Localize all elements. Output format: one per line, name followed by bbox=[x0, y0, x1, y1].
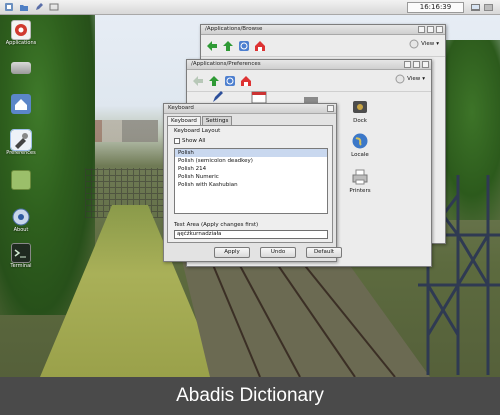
minimize-button[interactable] bbox=[404, 61, 411, 68]
terminal-icon bbox=[11, 243, 31, 263]
refresh-icon[interactable] bbox=[237, 39, 251, 53]
pencil-icon[interactable] bbox=[211, 90, 225, 104]
locale-globe-icon bbox=[351, 132, 369, 150]
dialog-tabs: Keyboard Settings bbox=[167, 116, 233, 125]
maximize-button[interactable] bbox=[427, 26, 434, 33]
checkbox-box[interactable] bbox=[174, 138, 180, 144]
show-all-label: Show All bbox=[182, 138, 206, 144]
desktop-icon-label: Applications bbox=[5, 40, 37, 46]
list-item[interactable]: Polish 214 bbox=[175, 165, 327, 173]
dialog-button-row: Apply Undo Default bbox=[214, 247, 342, 258]
list-item[interactable]: Polish with Kashubian bbox=[175, 181, 327, 189]
drive-icon bbox=[11, 62, 31, 74]
view-menu-button[interactable]: View ▾ bbox=[409, 39, 439, 49]
view-menu-button[interactable]: View ▾ bbox=[395, 74, 425, 84]
back-arrow-icon[interactable] bbox=[205, 39, 219, 53]
calendar-icon[interactable] bbox=[251, 90, 267, 104]
search-icon bbox=[395, 74, 405, 84]
pref-item-dock[interactable]: Dock bbox=[345, 98, 375, 124]
pref-item-printers[interactable]: Printers bbox=[345, 168, 375, 194]
dock-icon bbox=[351, 98, 369, 116]
default-button[interactable]: Default bbox=[306, 247, 342, 258]
undo-button[interactable]: Undo bbox=[260, 247, 296, 258]
dialog-title: Keyboard bbox=[168, 105, 194, 111]
test-area-input[interactable]: ąęćżkurnadziała bbox=[174, 230, 328, 239]
keyboard-dialog-titlebar[interactable]: Keyboard bbox=[164, 104, 336, 114]
section-title: Keyboard Layout bbox=[174, 128, 221, 134]
tab-keyboard[interactable]: Keyboard bbox=[167, 116, 201, 125]
apply-button[interactable]: Apply bbox=[214, 247, 250, 258]
printer-icon bbox=[351, 168, 369, 186]
keyboard-tab-pane: Keyboard Layout Show All Polish Polish (… bbox=[167, 125, 333, 243]
maximize-button[interactable] bbox=[413, 61, 420, 68]
up-arrow-icon[interactable] bbox=[221, 39, 235, 53]
tab-settings[interactable]: Settings bbox=[201, 116, 233, 125]
close-button[interactable] bbox=[436, 26, 443, 33]
close-button[interactable] bbox=[422, 61, 429, 68]
browse-window-titlebar[interactable]: /Applications/Browse bbox=[201, 25, 445, 35]
chevron-down-icon: ▾ bbox=[436, 41, 439, 47]
pref-item-label: Locale bbox=[351, 152, 369, 158]
folder-icon[interactable] bbox=[18, 1, 30, 13]
desktop-icon-applications[interactable]: Applications bbox=[2, 20, 40, 46]
home-folder-icon bbox=[11, 94, 31, 114]
desktop-icon-terminal[interactable]: Terminal bbox=[2, 243, 40, 269]
desktop-icon-folder[interactable] bbox=[2, 170, 40, 190]
top-panel: 16:16:39 bbox=[0, 0, 500, 15]
desktop-icon-label: About bbox=[13, 227, 29, 233]
start-menu-icon[interactable] bbox=[3, 1, 15, 13]
preferences-icon bbox=[10, 129, 32, 151]
home-icon[interactable] bbox=[239, 74, 253, 88]
window-title: /Applications/Browse bbox=[205, 26, 263, 32]
preferences-window-titlebar[interactable]: /Applications/Preferences bbox=[187, 60, 431, 70]
list-item[interactable]: Polish bbox=[175, 149, 327, 157]
list-item[interactable]: Polish (semicolon deadkey) bbox=[175, 157, 327, 165]
volume-icon[interactable] bbox=[483, 2, 494, 13]
list-item[interactable]: Polish Numeric bbox=[175, 173, 327, 181]
up-arrow-icon[interactable] bbox=[207, 74, 221, 88]
desktop-icon-preferences[interactable]: Preferences bbox=[2, 129, 40, 156]
about-icon bbox=[11, 207, 31, 227]
desktop-icon-label: Terminal bbox=[10, 263, 32, 269]
panel-clock[interactable]: 16:16:39 bbox=[407, 2, 464, 13]
caption-banner: Abadis Dictionary bbox=[0, 377, 500, 415]
view-label: View bbox=[421, 41, 435, 47]
applications-icon bbox=[11, 20, 31, 40]
layout-list[interactable]: Polish Polish (semicolon deadkey) Polish… bbox=[174, 148, 328, 214]
folder-icon bbox=[11, 170, 31, 190]
edit-icon[interactable] bbox=[33, 1, 45, 13]
keyboard-dialog: Keyboard Keyboard Settings Keyboard Layo… bbox=[163, 103, 342, 262]
desktop-icon-drive[interactable] bbox=[2, 58, 40, 74]
view-label: View bbox=[407, 76, 421, 82]
close-button[interactable] bbox=[327, 105, 334, 112]
window-title: /Applications/Preferences bbox=[191, 61, 261, 67]
chevron-down-icon: ▾ bbox=[422, 76, 425, 82]
show-all-checkbox[interactable]: Show All bbox=[174, 138, 205, 144]
panel-tray bbox=[470, 2, 498, 13]
search-icon bbox=[409, 39, 419, 49]
minimize-button[interactable] bbox=[418, 26, 425, 33]
back-arrow-icon[interactable] bbox=[191, 74, 205, 88]
network-icon[interactable] bbox=[470, 2, 481, 13]
pref-item-label: Printers bbox=[349, 188, 371, 194]
desktop-icon-about[interactable]: About bbox=[2, 207, 40, 233]
window-list-icon[interactable] bbox=[48, 1, 60, 13]
pref-item-label: Dock bbox=[353, 118, 367, 124]
refresh-icon[interactable] bbox=[223, 74, 237, 88]
test-area-label: Test Area (Apply changes first) bbox=[174, 222, 259, 228]
pref-item-locale[interactable]: Locale bbox=[345, 132, 375, 158]
home-icon[interactable] bbox=[253, 39, 267, 53]
desktop-icon-home[interactable] bbox=[2, 94, 40, 114]
desktop-icon-label: Preferences bbox=[6, 150, 36, 156]
